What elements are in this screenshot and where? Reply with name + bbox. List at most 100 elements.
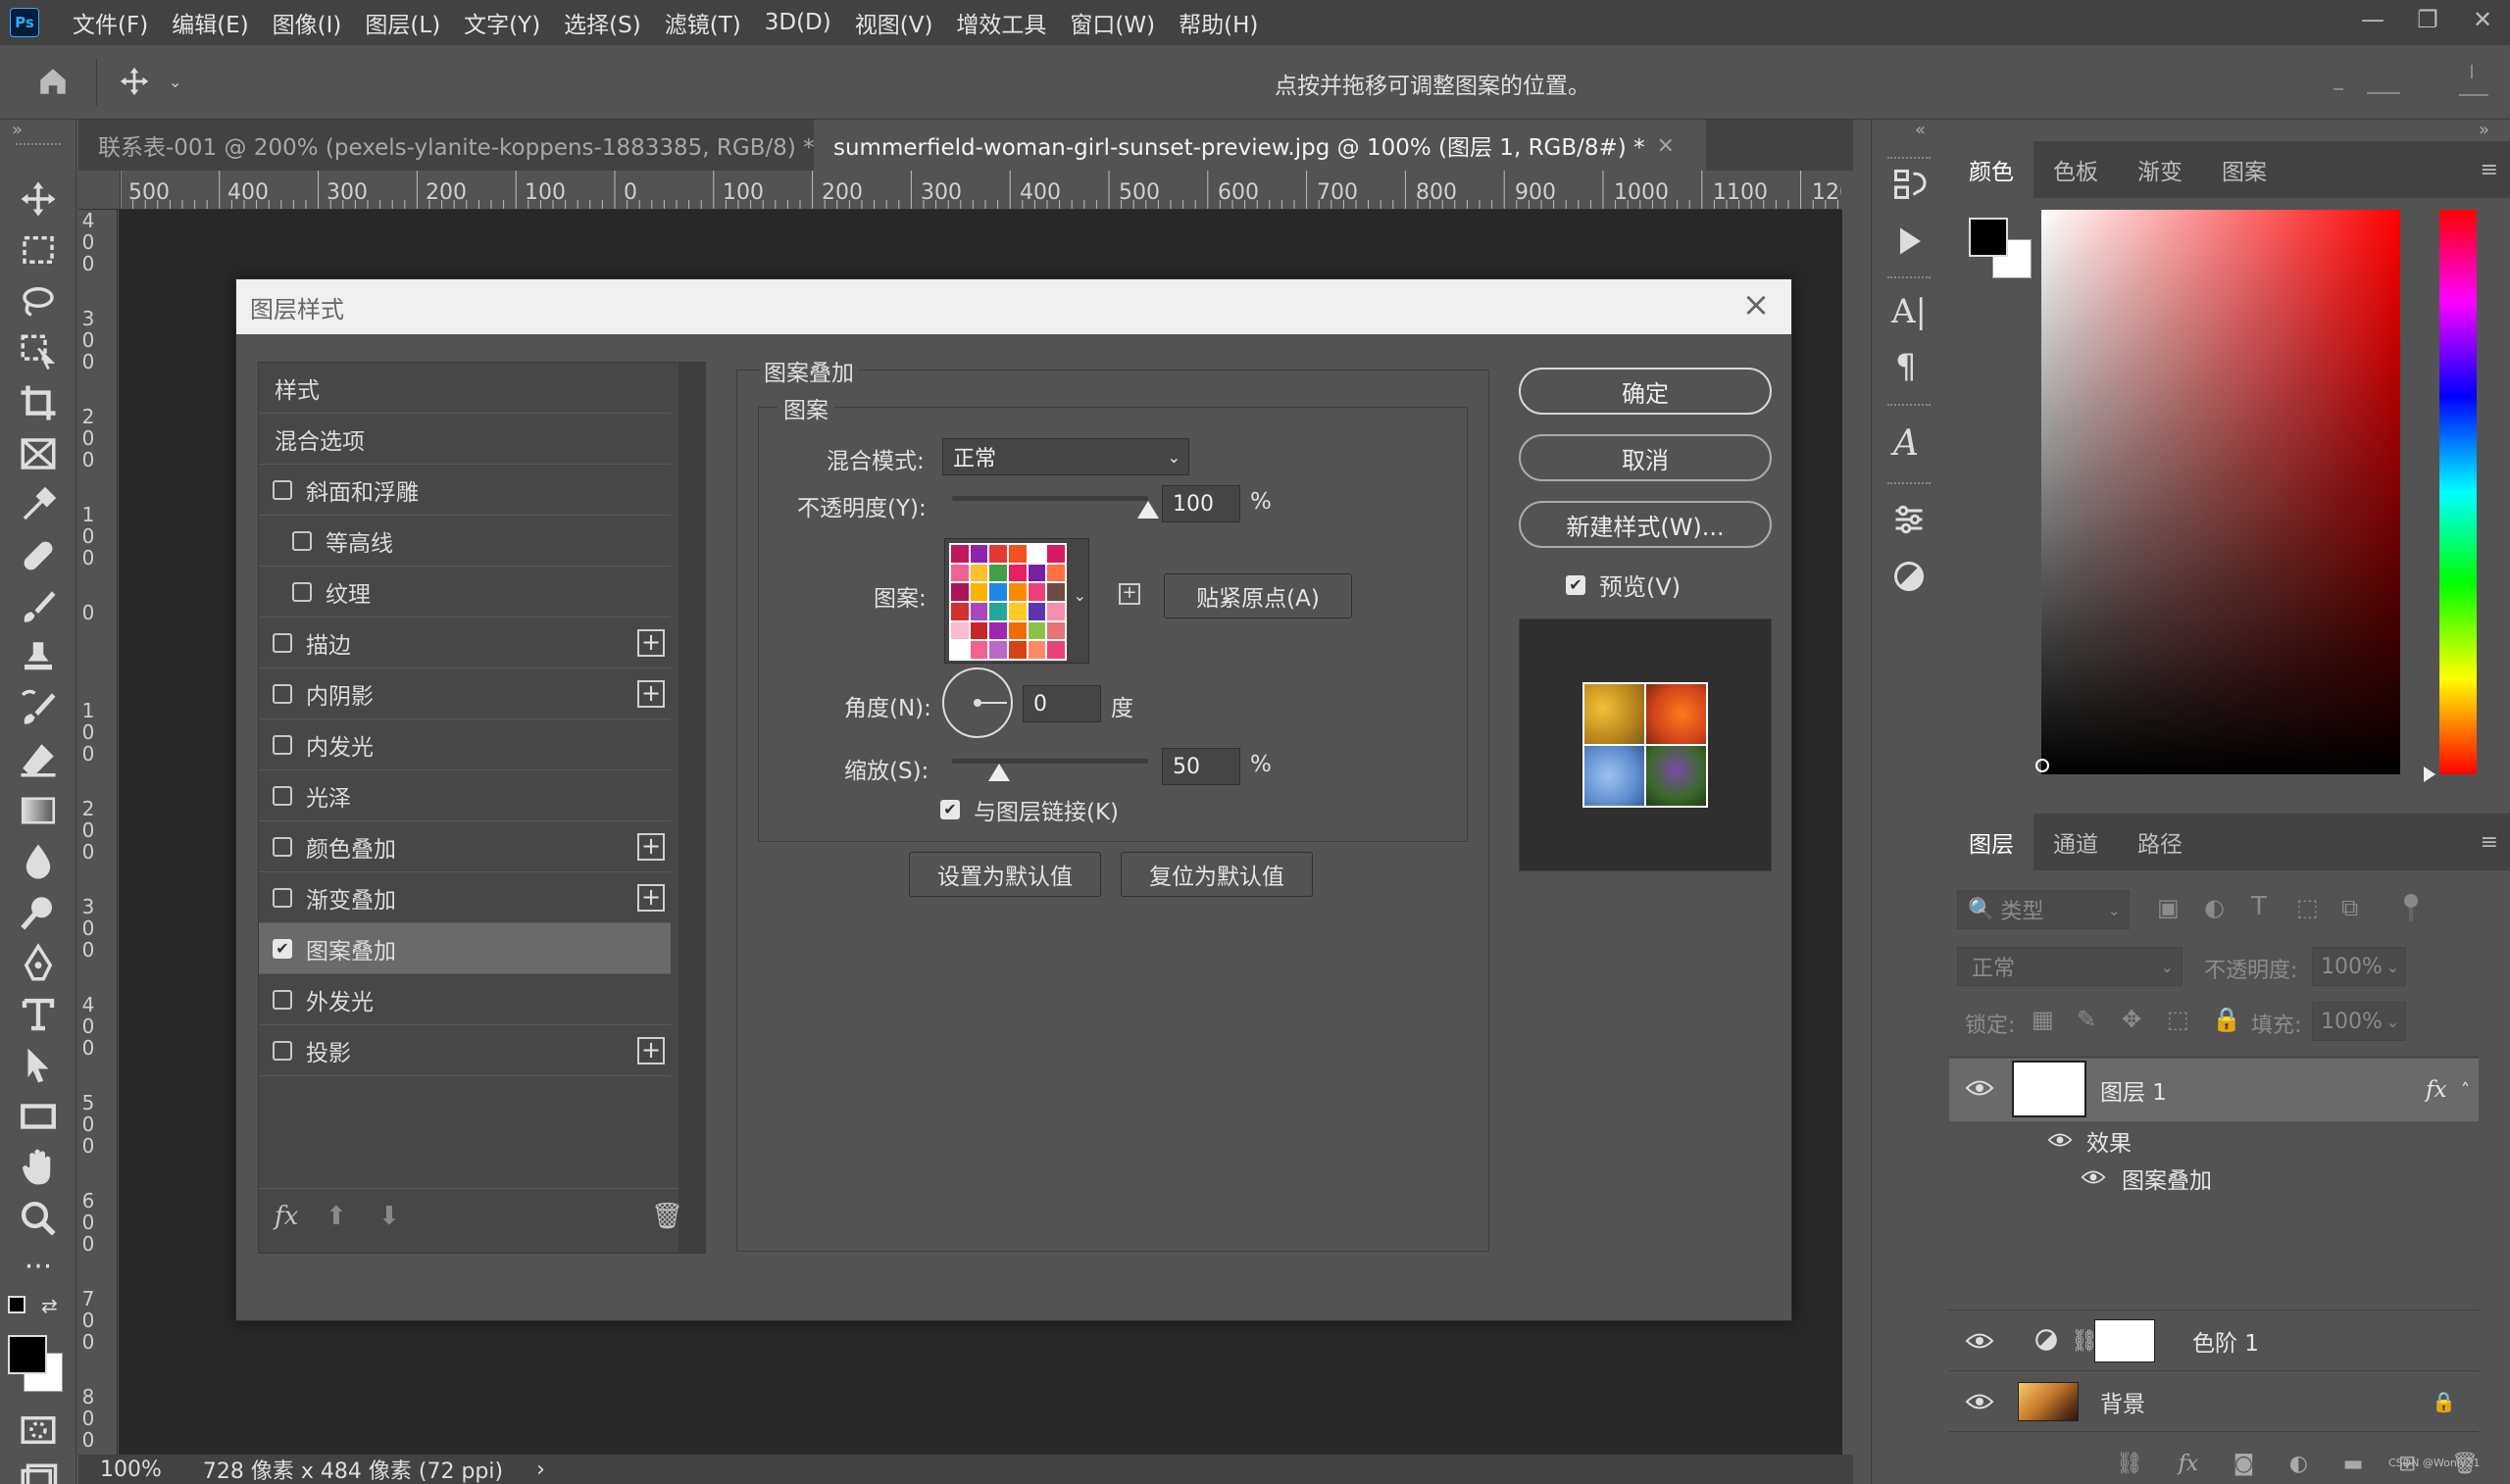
style-item[interactable]: 等高线	[259, 516, 671, 567]
opacity-slider-track[interactable]	[952, 496, 1148, 501]
move-down-icon[interactable]: ⬇	[378, 1202, 400, 1231]
layer-name[interactable]: 背景	[2100, 1385, 2145, 1418]
style-checkbox[interactable]	[273, 836, 292, 857]
paragraph-panel-icon[interactable]: ¶	[1895, 347, 1931, 386]
tab-contact-sheet[interactable]: 联系表-001 @ 200% (pexels-ylanite-koppens-1…	[78, 120, 844, 171]
panel-toggle-icon[interactable]	[2459, 65, 2488, 98]
fx-menu-icon[interactable]: fx	[275, 1202, 298, 1231]
add-instance-icon[interactable]: +	[637, 628, 665, 657]
move-tool-icon[interactable]	[118, 65, 151, 98]
tab-paths[interactable]: 路径	[2118, 814, 2202, 870]
actions-panel-icon[interactable]	[1891, 223, 1927, 259]
angle-input[interactable]: 0	[1023, 685, 1101, 722]
style-item[interactable]: 描边 +	[259, 618, 671, 668]
character-panel-icon[interactable]: A|	[1891, 292, 1931, 331]
menu-3d[interactable]: 3D(D)	[753, 10, 843, 35]
add-instance-icon[interactable]: +	[637, 679, 665, 708]
scale-slider-track[interactable]	[952, 759, 1148, 764]
tab-color[interactable]: 颜色	[1949, 141, 2033, 198]
history-panel-icon[interactable]	[1891, 167, 1927, 202]
vertical-ruler[interactable]: 400 300 200 100 0 100 200 300 400 500 60…	[78, 210, 118, 1455]
eraser-tool-icon[interactable]	[18, 739, 59, 780]
tab-swatches[interactable]: 色板	[2033, 141, 2118, 198]
layer-mask-thumbnail[interactable]	[2094, 1319, 2155, 1362]
close-icon[interactable]: ×	[1738, 288, 1774, 324]
scale-slider-thumb[interactable]	[988, 764, 1010, 781]
new-preset-icon[interactable]: +	[1119, 583, 1140, 605]
layer-effect-item-row[interactable]: 图案叠加	[1949, 1159, 2479, 1198]
checkbox[interactable]: ✔	[940, 800, 960, 819]
blend-mode-select[interactable]: 正常 ⌄	[942, 438, 1189, 475]
style-checkbox[interactable]	[273, 785, 292, 806]
quick-mask-icon[interactable]	[18, 1410, 59, 1451]
visibility-eye-icon[interactable]	[2047, 1131, 2077, 1151]
visibility-eye-icon[interactable]	[2081, 1168, 2110, 1188]
style-item[interactable]: 内阴影 +	[259, 668, 671, 719]
layer-name[interactable]: 图层 1	[2100, 1073, 2167, 1107]
layer-row-levels[interactable]: ⛓ 色阶 1	[1949, 1311, 2479, 1370]
style-section-header[interactable]: 混合选项	[259, 414, 671, 465]
collapse-strip-icon[interactable]: «	[1915, 120, 1926, 140]
filter-type-icon[interactable]: T	[2251, 892, 2267, 921]
scale-input[interactable]: 50	[1162, 748, 1240, 785]
zoom-level[interactable]: 100%	[100, 1458, 162, 1482]
marquee-tool-icon[interactable]	[18, 229, 59, 271]
style-item[interactable]: 斜面和浮雕	[259, 465, 671, 516]
blend-mode-select[interactable]: 正常 ⌄	[1957, 947, 2183, 986]
lock-transparent-icon[interactable]: ▦	[2032, 1006, 2054, 1033]
color-picker-marker[interactable]	[2035, 759, 2049, 772]
move-tool-icon[interactable]	[18, 178, 59, 220]
add-mask-icon[interactable]: ◙	[2234, 1452, 2254, 1476]
horizontal-ruler[interactable]: 500 400 300 200 100 0 100 200 300 400 50…	[121, 171, 1841, 210]
layer-filter-select[interactable]: 🔍 类型 ⌄	[1957, 890, 2130, 929]
add-style-icon[interactable]: fx	[2179, 1452, 2199, 1476]
style-item[interactable]: 颜色叠加 +	[259, 821, 671, 872]
history-brush-tool-icon[interactable]	[18, 688, 59, 729]
opacity-slider-thumb[interactable]	[1137, 501, 1159, 519]
menu-image[interactable]: 图像(I)	[261, 6, 354, 39]
home-icon[interactable]	[35, 65, 71, 98]
properties-panel-icon[interactable]	[1891, 559, 1927, 594]
style-item[interactable]: 投影 +	[259, 1025, 671, 1076]
zoom-tool-icon[interactable]	[18, 1198, 59, 1239]
new-style-button[interactable]: 新建样式(W)...	[1519, 501, 1772, 548]
snap-to-origin-button[interactable]: 贴紧原点(A)	[1164, 573, 1352, 618]
eyedropper-tool-icon[interactable]	[18, 484, 59, 525]
filter-adjustment-icon[interactable]: ◐	[2204, 894, 2225, 921]
layer-effects-row[interactable]: 效果	[1949, 1121, 2479, 1161]
lock-image-icon[interactable]: ✎	[2077, 1006, 2096, 1033]
glyphs-panel-icon[interactable]: A	[1893, 423, 1933, 464]
clone-stamp-tool-icon[interactable]	[18, 637, 59, 678]
lock-all-icon[interactable]: 🔒	[2212, 1006, 2241, 1033]
style-section-header[interactable]: 样式	[259, 363, 671, 414]
lock-position-icon[interactable]: ✥	[2122, 1006, 2141, 1033]
visibility-eye-icon[interactable]	[1965, 1078, 1994, 1098]
layer-opacity-input[interactable]: 100% ⌄	[2312, 947, 2406, 986]
menu-filter[interactable]: 滤镜(T)	[653, 6, 753, 39]
link-layers-icon[interactable]: ⛓	[2116, 1452, 2143, 1476]
style-checkbox[interactable]	[273, 479, 292, 500]
lasso-tool-icon[interactable]	[18, 280, 59, 322]
chevron-down-icon[interactable]: ⌄	[169, 73, 181, 91]
rectangle-tool-icon[interactable]	[18, 1096, 59, 1137]
more-tools-icon[interactable]: ···	[18, 1247, 59, 1288]
crop-tool-icon[interactable]	[18, 382, 59, 423]
path-selection-tool-icon[interactable]	[18, 1045, 59, 1086]
close-tab-icon[interactable]: ×	[1657, 133, 1675, 158]
layer-row-background[interactable]: 背景 🔒	[1949, 1372, 2479, 1431]
style-checkbox[interactable]	[273, 989, 292, 1010]
style-item[interactable]: 渐变叠加 +	[259, 872, 671, 923]
style-item[interactable]: ✔ 图案叠加	[259, 923, 671, 974]
ruler-origin[interactable]	[78, 171, 121, 210]
style-item[interactable]: 纹理	[259, 567, 671, 618]
minimize-button[interactable]: —	[2345, 0, 2400, 39]
workspace-icon[interactable]	[2334, 88, 2343, 90]
tab-summerfield[interactable]: summerfield-woman-girl-sunset-preview.jp…	[814, 120, 1706, 171]
add-instance-icon[interactable]: +	[637, 1036, 665, 1064]
layer-fill-input[interactable]: 100% ⌄	[2312, 1002, 2406, 1041]
menu-window[interactable]: 窗口(W)	[1058, 6, 1167, 39]
screen-mode-icon[interactable]	[18, 1460, 59, 1484]
cancel-button[interactable]: 取消	[1519, 434, 1772, 481]
menu-type[interactable]: 文字(Y)	[452, 6, 552, 39]
new-group-icon[interactable]: ▬	[2343, 1452, 2364, 1476]
